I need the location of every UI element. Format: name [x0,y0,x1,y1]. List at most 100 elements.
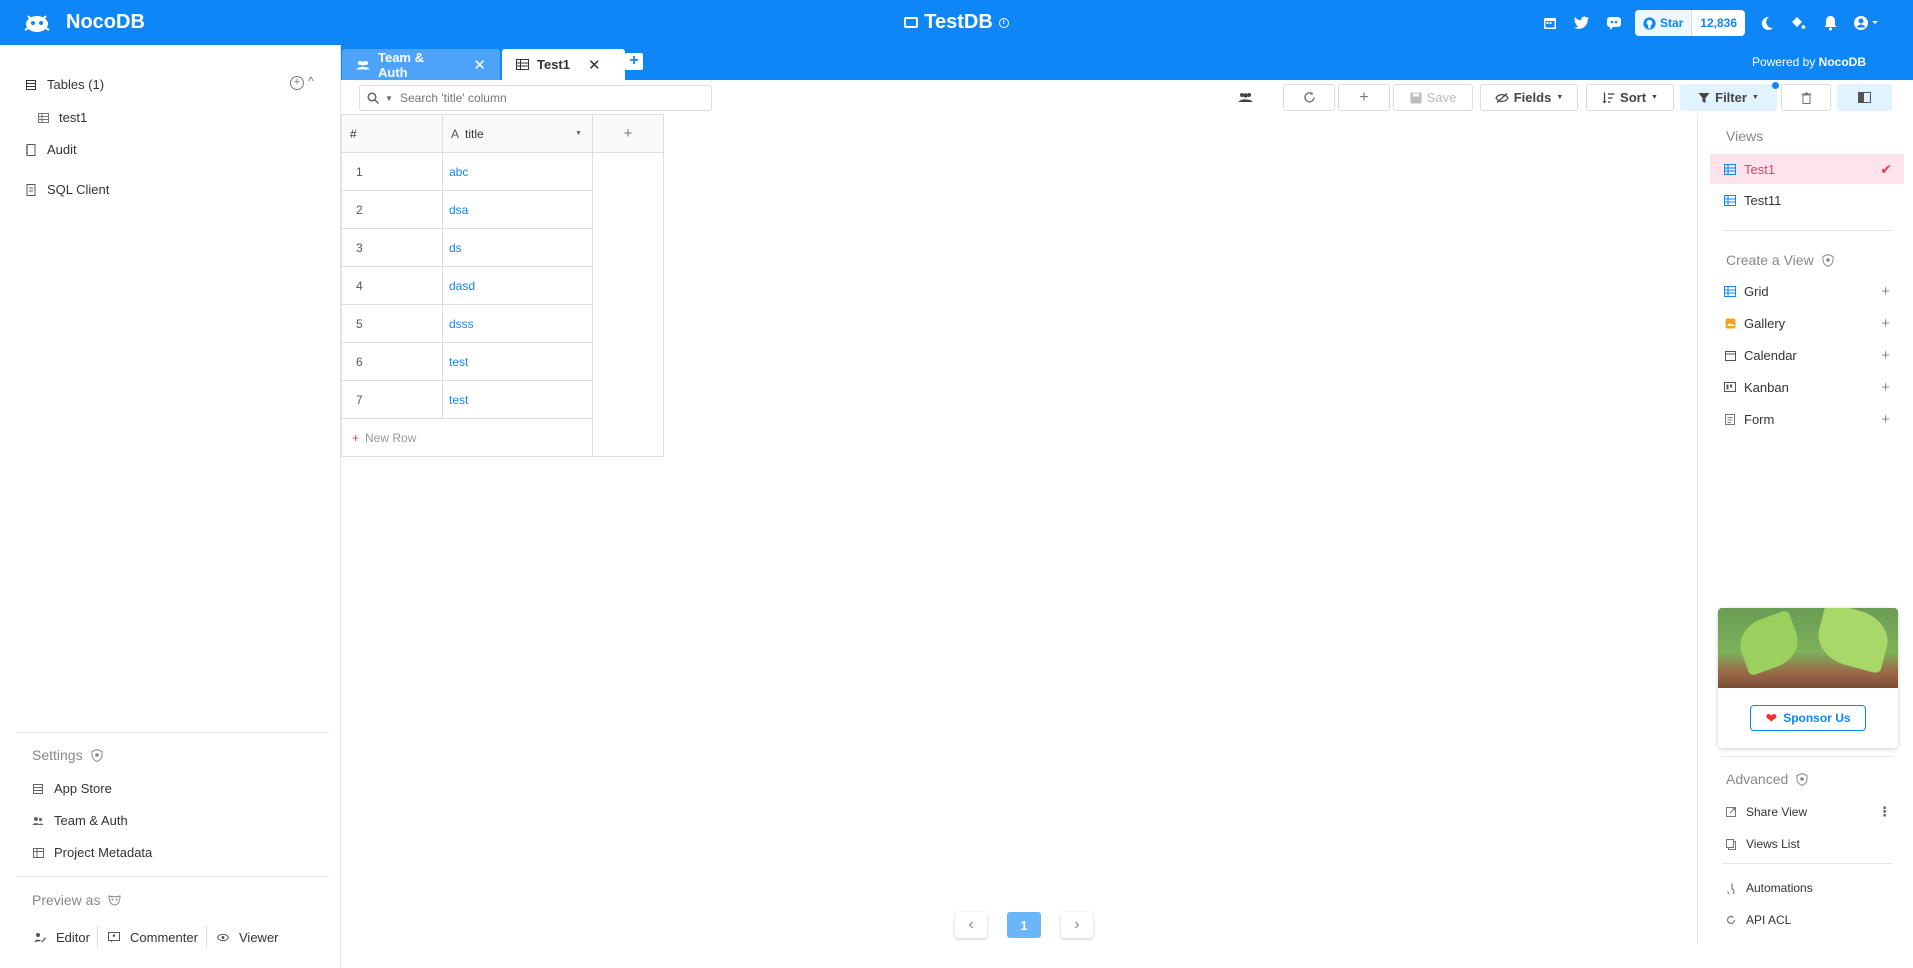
search-icon [367,92,380,104]
row-index-header: # [341,114,443,153]
automations-button[interactable]: Automations [1726,881,1813,895]
tables-section-header[interactable]: Tables (1) + ^ [25,74,315,92]
search-input[interactable] [400,91,711,105]
github-star-button[interactable]: Star [1634,10,1693,36]
sponsor-us-button[interactable]: ❤ Sponsor Us [1750,705,1866,731]
views-panel: Views Test1 ✔ Test11 Create a View Grid … [1697,114,1913,944]
sidebar-item-test1[interactable]: test1 [37,110,87,125]
divider [1722,230,1892,231]
shield-icon [1822,253,1834,267]
next-page-button[interactable]: › [1061,912,1093,938]
view-label: Test11 [1744,192,1782,208]
preview-as-editor[interactable]: Editor [34,930,90,945]
share-view-button[interactable]: Share View ⋮ [1726,804,1896,820]
create-grid-view[interactable]: Grid + [1710,276,1904,306]
divider [1722,863,1892,864]
view-item-test11[interactable]: Test11 [1710,185,1904,215]
grid-view-icon [1724,163,1736,175]
sidebar-item-label: SQL Client [47,182,110,197]
row-index: 6 [341,342,443,381]
preview-role-label: Viewer [239,930,279,945]
github-star-widget[interactable]: Star 12,836 [1634,10,1745,36]
logo[interactable]: NocoDB [22,10,145,34]
create-gallery-view[interactable]: Gallery + [1710,308,1904,338]
prev-page-button[interactable]: ‹ [955,912,987,938]
plus-icon[interactable]: + [1881,411,1890,428]
chevron-down-icon[interactable]: ▼ [575,130,582,137]
sidebar-item-app-store[interactable]: App Store [32,781,112,796]
sidebar-item-project-metadata[interactable]: Project Metadata [32,845,152,860]
more-vertical-icon[interactable]: ⋮ [1878,804,1891,820]
close-icon[interactable]: ✕ [588,56,601,74]
calendar-icon[interactable] [1539,12,1561,34]
toggle-views-panel-button[interactable] [1837,84,1892,111]
save-button[interactable]: Save [1393,84,1473,111]
paint-bucket-icon[interactable] [1787,12,1809,34]
theme-moon-icon[interactable] [1755,12,1777,34]
twitter-icon[interactable] [1571,12,1593,34]
cell-title[interactable]: ds [442,228,593,267]
hook-icon [1726,883,1737,894]
preview-as-viewer[interactable]: Viewer [217,930,279,945]
chevron-up-icon[interactable]: ^ [308,74,314,88]
search-field-selector[interactable]: ▼ [360,92,400,104]
new-row-button[interactable]: + New Row [341,418,593,457]
add-tab-button[interactable]: + [625,53,643,70]
reload-button[interactable] [1283,84,1335,111]
collaborators-button[interactable] [1229,84,1261,111]
add-table-icon[interactable]: + [290,76,304,90]
notification-bell-icon[interactable] [1819,12,1841,34]
plus-icon[interactable]: + [1881,347,1890,364]
github-star-count[interactable]: 12,836 [1692,10,1745,36]
info-icon[interactable]: i [998,17,1009,28]
account-menu-icon[interactable] [1851,12,1883,34]
search-box: ▼ [359,85,712,111]
table-icon [25,79,37,91]
add-row-button[interactable]: + [1338,84,1390,111]
advanced-item-label: API ACL [1746,913,1792,927]
cell-title[interactable]: test [442,342,593,381]
tab-test1[interactable]: Test1 ✕ [502,49,625,80]
create-form-view[interactable]: Form + [1710,404,1904,434]
preview-as-commenter[interactable]: Commenter [108,930,198,945]
sort-button[interactable]: Sort ▼ [1586,84,1674,111]
plus-icon[interactable]: + [1881,315,1890,332]
column-header-title[interactable]: A title ▼ [442,114,593,153]
tab-team-auth[interactable]: Team & Auth ✕ [342,49,500,80]
cell-title[interactable]: abc [442,152,593,191]
close-icon[interactable]: ✕ [473,56,486,74]
filter-button[interactable]: Filter ▼ [1680,84,1777,111]
discord-icon[interactable] [1603,12,1625,34]
cell-title[interactable]: test [442,380,593,419]
sidebar-item-sql-client[interactable]: SQL Client [25,182,109,197]
folder-icon [904,17,919,28]
plus-icon[interactable]: + [1881,283,1890,300]
preview-role-label: Editor [56,930,90,945]
settings-section-title: Settings [32,747,103,763]
project-title[interactable]: TestDB [924,11,993,34]
views-list-button[interactable]: Views List [1726,837,1800,851]
advanced-section-title: Advanced [1726,771,1808,787]
cell-title[interactable]: dasd [442,266,593,305]
cell-title[interactable]: dsss [442,304,593,343]
fields-button[interactable]: Fields ▼ [1480,84,1578,111]
cell-title[interactable]: dsa [442,190,593,229]
sidebar-item-audit[interactable]: Audit [25,142,77,157]
copy-icon [1726,838,1737,850]
create-kanban-view[interactable]: Kanban + [1710,372,1904,402]
view-item-test1[interactable]: Test1 ✔ [1710,154,1904,184]
powered-by[interactable]: Powered by NocoDB [1752,55,1866,69]
plus-icon[interactable]: + [1881,379,1890,396]
add-column-button[interactable]: + [592,114,664,153]
row-index: 7 [341,380,443,419]
delete-table-button[interactable] [1781,84,1831,111]
api-acl-button[interactable]: API ACL [1726,913,1791,927]
metadata-grid-icon [32,847,44,859]
reload-icon [1303,91,1315,103]
powered-by-prefix: Powered by [1751,55,1819,69]
current-page-button[interactable]: 1 [1007,912,1041,938]
sidebar-item-label: Audit [47,142,77,157]
row-index: 3 [341,228,443,267]
sidebar-item-team-auth[interactable]: Team & Auth [32,813,128,828]
create-calendar-view[interactable]: Calendar + [1710,340,1904,370]
